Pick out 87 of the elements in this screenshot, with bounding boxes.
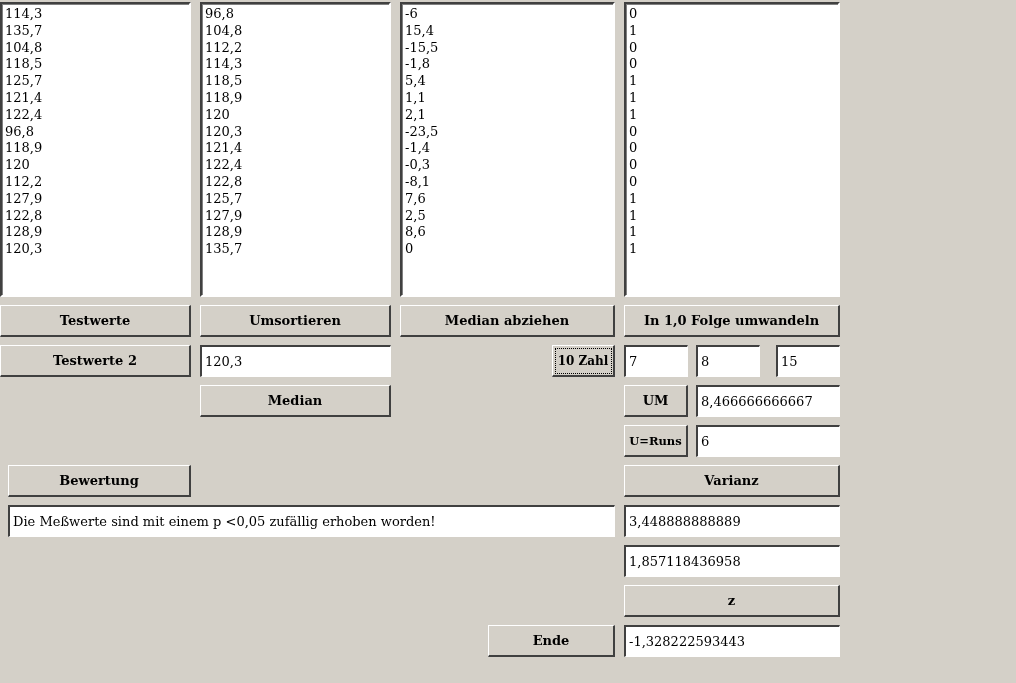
- list-item[interactable]: 125,7: [5, 73, 43, 90]
- list-item[interactable]: 0: [629, 6, 638, 23]
- list-item[interactable]: 1: [629, 207, 638, 225]
- button[interactable]: Ende: [488, 625, 615, 657]
- list-item[interactable]: 122,8: [5, 207, 43, 225]
- list-item[interactable]: -6: [405, 6, 418, 23]
- list-item[interactable]: 112,2: [205, 39, 243, 57]
- list-item[interactable]: 0: [629, 173, 638, 191]
- button[interactable]: Umsortieren: [200, 305, 391, 337]
- list-item[interactable]: 0: [629, 140, 638, 158]
- list-box[interactable]: -6 15,4 -15,5 -1,8 5,4 1,1 2,1 -23,5 -1,4 -0,3 -8,1 7,6 2,5 8,6 0: [400, 2, 615, 297]
- list-item[interactable]: 1: [629, 90, 638, 107]
- list-item[interactable]: 1: [629, 190, 638, 208]
- list-item[interactable]: 5,4: [405, 73, 426, 90]
- list-item[interactable]: 118,9: [205, 90, 243, 107]
- input-field[interactable]: Die Meßwerte sind mit einem p <0,05 zufällig erhoben worden!: [8, 505, 615, 537]
- list-item[interactable]: 114,3: [5, 6, 43, 23]
- list-item[interactable]: -23,5: [405, 123, 439, 141]
- list-item[interactable]: 122,4: [5, 106, 43, 124]
- list-item[interactable]: 15,4: [405, 22, 434, 40]
- list-item[interactable]: -15,5: [405, 39, 439, 57]
- list-item[interactable]: 127,9: [5, 190, 43, 208]
- list-item[interactable]: 2,1: [405, 106, 426, 124]
- list-item[interactable]: 120,3: [205, 123, 243, 141]
- button[interactable]: U=Runs: [624, 425, 688, 457]
- button[interactable]: In 1,0 Folge umwandeln: [624, 305, 840, 337]
- button[interactable]: z: [624, 585, 840, 617]
- list-item[interactable]: 1: [629, 241, 638, 258]
- list-item[interactable]: 0: [405, 241, 414, 258]
- list-item[interactable]: 125,7: [205, 190, 243, 208]
- input-field[interactable]: 8,466666666667: [696, 385, 840, 417]
- list-item[interactable]: 8,6: [405, 224, 426, 242]
- list-item[interactable]: 1: [629, 224, 638, 242]
- list-item[interactable]: 120: [5, 157, 30, 174]
- list-item[interactable]: 1: [629, 106, 638, 124]
- list-item[interactable]: 1: [629, 22, 638, 40]
- input-field[interactable]: 120,3: [200, 345, 391, 377]
- input-field[interactable]: -1,328222593443: [624, 625, 840, 657]
- list-item[interactable]: 118,5: [205, 73, 243, 90]
- list-item[interactable]: 114,3: [205, 56, 243, 74]
- button[interactable]: Testwerte 2: [0, 345, 191, 377]
- list-item[interactable]: 128,9: [5, 224, 43, 242]
- list-item[interactable]: 1,1: [405, 90, 426, 107]
- list-item[interactable]: 118,9: [5, 140, 43, 158]
- list-item[interactable]: 122,8: [205, 173, 243, 191]
- list-item[interactable]: 120: [205, 106, 230, 124]
- input-field[interactable]: 7: [624, 345, 688, 377]
- input-field[interactable]: 8: [696, 345, 760, 377]
- button[interactable]: Testwerte: [0, 305, 191, 337]
- list-item[interactable]: 120,3: [5, 241, 43, 258]
- list-item[interactable]: 2,5: [405, 207, 426, 225]
- list-item[interactable]: 0: [629, 123, 638, 141]
- list-item[interactable]: -8,1: [405, 173, 431, 191]
- list-item[interactable]: 122,4: [205, 157, 243, 174]
- list-item[interactable]: -1,4: [405, 140, 431, 158]
- list-item[interactable]: 7,6: [405, 190, 426, 208]
- button[interactable]: Median: [200, 385, 391, 417]
- button[interactable]: Median abziehen: [400, 305, 615, 337]
- list-item[interactable]: 118,5: [5, 56, 43, 74]
- list-box[interactable]: 114,3 135,7 104,8 118,5 125,7 121,4 122,4 96,8 118,9 120 112,2 127,9 122,8 128,9 120,3: [0, 2, 191, 297]
- list-item[interactable]: 104,8: [205, 22, 243, 40]
- button[interactable]: 10 Zahl: [552, 345, 615, 377]
- list-item[interactable]: 127,9: [205, 207, 243, 225]
- list-item[interactable]: -1,8: [405, 56, 431, 74]
- input-field[interactable]: 3,448888888889: [624, 505, 840, 537]
- list-box[interactable]: 0 1 0 0 1 1 1 0 0 0 0 1 1 1 1: [624, 2, 840, 297]
- list-item[interactable]: 121,4: [205, 140, 243, 158]
- list-item[interactable]: 128,9: [205, 224, 243, 242]
- list-item[interactable]: 135,7: [205, 241, 243, 258]
- list-item[interactable]: 1: [629, 73, 638, 90]
- input-field[interactable]: 6: [696, 425, 840, 457]
- list-box[interactable]: 96,8 104,8 112,2 114,3 118,5 118,9 120 120,3 121,4 122,4 122,8 125,7 127,9 128,9 135,7: [200, 2, 391, 297]
- list-item[interactable]: 96,8: [5, 123, 34, 141]
- list-item[interactable]: 135,7: [5, 22, 43, 40]
- list-item[interactable]: 0: [629, 56, 638, 74]
- button[interactable]: Varianz: [624, 465, 840, 497]
- list-item[interactable]: 121,4: [5, 90, 43, 107]
- list-item[interactable]: 96,8: [205, 6, 234, 23]
- list-item[interactable]: 112,2: [5, 173, 43, 191]
- input-field[interactable]: 15: [776, 345, 840, 377]
- list-item[interactable]: 0: [629, 39, 638, 57]
- list-item[interactable]: 0: [629, 157, 638, 174]
- button[interactable]: Bewertung: [8, 465, 191, 497]
- list-item[interactable]: 104,8: [5, 39, 43, 57]
- input-field[interactable]: 1,857118436958: [624, 545, 840, 577]
- button[interactable]: UM: [624, 385, 688, 417]
- list-item[interactable]: -0,3: [405, 157, 431, 174]
